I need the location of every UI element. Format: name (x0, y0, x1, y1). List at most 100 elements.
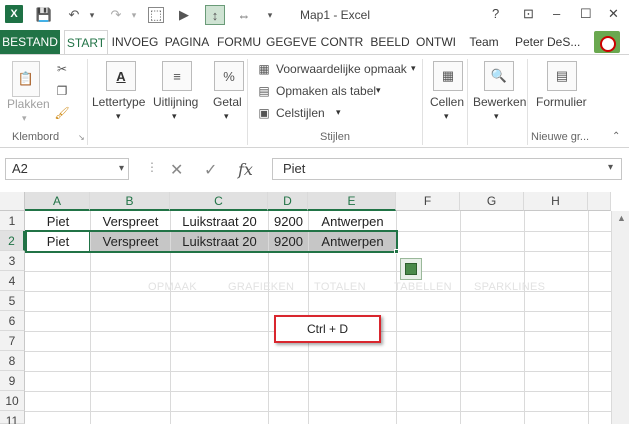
column-header-e[interactable]: E (308, 192, 396, 211)
number-button[interactable]: Getal (213, 95, 242, 109)
vertical-scrollbar[interactable]: ▲ (611, 211, 629, 424)
help-button[interactable]: ? (492, 6, 499, 21)
column-header-h[interactable]: H (524, 192, 588, 211)
group-label-styles: Stijlen (320, 131, 350, 143)
tab-developer[interactable]: ONTWI (414, 30, 458, 54)
column-header-b[interactable]: B (90, 192, 170, 211)
cells-button[interactable]: Cellen (430, 95, 464, 109)
alignment-dropdown-icon[interactable]: ▾ (172, 111, 177, 122)
conditional-format-button[interactable]: Voorwaardelijke opmaak (276, 62, 407, 76)
column-header-f[interactable]: F (396, 192, 460, 211)
redo-dropdown-icon[interactable]: ▾ (126, 7, 142, 23)
quick-analysis-totals-tab: TOTALEN (314, 281, 366, 293)
sort-icon[interactable]: ↕ (205, 5, 225, 25)
dialog-launcher-icon[interactable]: ↘ (78, 133, 85, 142)
row-header-3[interactable]: 3 (0, 251, 25, 271)
cell-c1[interactable]: Luikstraat 20 (171, 212, 268, 232)
select-all-corner[interactable] (0, 192, 25, 211)
avatar[interactable] (594, 31, 620, 53)
row-header-8[interactable]: 8 (0, 351, 25, 371)
row-header-11[interactable]: 11 (0, 411, 25, 424)
macro-icon[interactable]: ▶ (176, 7, 192, 23)
row-header-4[interactable]: 4 (0, 271, 25, 291)
column-header-c[interactable]: C (170, 192, 268, 211)
worksheet-grid[interactable]: A B C D E F G H 1 2 3 4 5 6 7 8 9 10 11 … (0, 192, 629, 424)
cell-d1[interactable]: 9200 (269, 212, 308, 232)
active-cell (26, 231, 90, 252)
ribbon-display-button[interactable]: ⊡ (523, 6, 534, 22)
cell-e1[interactable]: Antwerpen (309, 212, 396, 232)
fill-handle[interactable] (394, 249, 399, 254)
column-header-d[interactable]: D (268, 192, 308, 211)
collapse-ribbon-icon[interactable]: ⌃ (612, 131, 620, 142)
maximize-button[interactable]: ☐ (580, 6, 592, 22)
row-header-7[interactable]: 7 (0, 331, 25, 351)
cut-icon[interactable]: ✂ (54, 61, 70, 77)
row-header-6[interactable]: 6 (0, 311, 25, 331)
row-header-2[interactable]: 2 (0, 231, 25, 251)
redo-icon[interactable]: ↷ (108, 7, 124, 23)
format-as-table-button[interactable]: Opmaken als tabel (276, 84, 376, 98)
row-header-9[interactable]: 9 (0, 371, 25, 391)
column-header-a[interactable]: A (25, 192, 90, 211)
insert-function-icon[interactable]: fx (238, 160, 253, 179)
tab-review[interactable]: CONTR (318, 30, 366, 54)
screenshot-icon[interactable]: ⬚ (148, 7, 164, 23)
tab-data[interactable]: GEGEVE (266, 30, 317, 54)
paste-dropdown-icon[interactable]: ▾ (22, 113, 27, 124)
font-dropdown-icon[interactable]: ▾ (116, 111, 121, 122)
format-table-dropdown-icon[interactable]: ▾ (376, 85, 381, 96)
alignment-icon: ≡ (162, 61, 192, 91)
excel-logo-icon: X (5, 5, 23, 23)
enter-icon[interactable]: ✓ (204, 160, 217, 180)
tab-file[interactable]: BESTAND (0, 30, 60, 54)
save-icon[interactable]: 💾 (36, 7, 52, 23)
close-button[interactable]: ✕ (608, 6, 619, 22)
user-name[interactable]: Peter DeS... (515, 30, 580, 54)
formula-input[interactable]: Piet (272, 158, 622, 180)
group-separator (87, 59, 88, 145)
quick-analysis-icon[interactable] (400, 258, 422, 280)
drag-handle-icon[interactable]: ⋮ (146, 160, 158, 174)
cells-dropdown-icon[interactable]: ▾ (444, 111, 449, 122)
expand-formula-icon[interactable]: ▾ (608, 162, 613, 173)
cell-styles-button[interactable]: Celstijlen (276, 106, 325, 120)
scroll-up-icon[interactable]: ▲ (617, 213, 626, 223)
chevron-down-icon[interactable]: ▾ (119, 159, 124, 179)
tab-team[interactable]: Team (464, 30, 504, 54)
column-header-g[interactable]: G (460, 192, 524, 211)
undo-icon[interactable]: ↶ (66, 7, 82, 23)
tab-formulas[interactable]: FORMU (214, 30, 264, 54)
distribute-icon[interactable]: ⇔ (236, 7, 252, 23)
format-table-icon: ▤ (258, 84, 270, 98)
cell-styles-dropdown-icon[interactable]: ▾ (336, 107, 341, 118)
row-header-1[interactable]: 1 (0, 211, 25, 231)
alignment-button[interactable]: Uitlijning (153, 95, 198, 109)
paste-button[interactable]: Plakken (7, 97, 50, 111)
editing-button[interactable]: Bewerken (473, 95, 526, 109)
font-button[interactable]: Lettertype (92, 95, 145, 109)
form-icon: ▤ (547, 61, 577, 91)
copy-icon[interactable]: ❐ (54, 83, 70, 99)
name-box[interactable]: A2 ▾ (5, 158, 129, 180)
number-dropdown-icon[interactable]: ▾ (224, 111, 229, 122)
minimize-button[interactable]: – (553, 6, 560, 21)
customize-qat-icon[interactable]: ▾ (262, 7, 278, 23)
tab-page-layout[interactable]: PAGINA (162, 30, 212, 54)
form-button[interactable]: Formulier (536, 95, 587, 109)
cancel-icon[interactable]: ✕ (170, 160, 183, 180)
editing-dropdown-icon[interactable]: ▾ (494, 111, 499, 122)
tab-home[interactable]: START (64, 30, 108, 55)
tab-insert[interactable]: INVOEG (110, 30, 160, 54)
row-header-10[interactable]: 10 (0, 391, 25, 411)
column-header-filler (588, 192, 611, 211)
cell-a1[interactable]: Piet (26, 212, 90, 232)
ribbon: 📋 Plakken ▾ ✂ ❐ 🖌 Klembord ↘ A Lettertyp… (0, 54, 629, 148)
undo-dropdown-icon[interactable]: ▾ (84, 7, 100, 23)
cell-b1[interactable]: Verspreet (91, 212, 170, 232)
tab-view[interactable]: BEELD (368, 30, 412, 54)
gridline (588, 211, 589, 424)
format-painter-icon[interactable]: 🖌 (54, 105, 70, 121)
row-header-5[interactable]: 5 (0, 291, 25, 311)
conditional-format-dropdown-icon[interactable]: ▾ (411, 63, 416, 74)
